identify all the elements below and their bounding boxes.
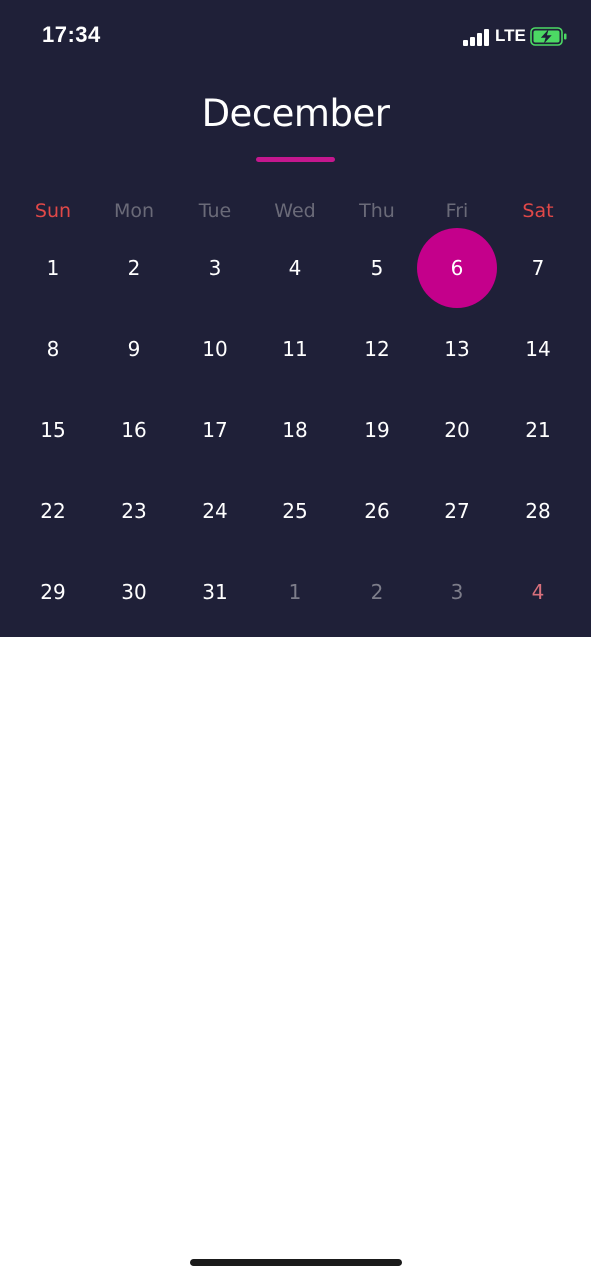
day-cell[interactable]: 23 bbox=[94, 471, 174, 551]
weekday-sat: Sat bbox=[522, 200, 554, 222]
day-cell[interactable]: 8 bbox=[13, 309, 93, 389]
day-cell-next-month[interactable]: 1 bbox=[255, 552, 335, 632]
day-cell[interactable]: 25 bbox=[255, 471, 335, 551]
calendar-panel: 17:34 LTE December Sun Mon Tue Wed Thu F… bbox=[0, 0, 591, 637]
screen: 17:34 LTE December Sun Mon Tue Wed Thu F… bbox=[0, 0, 591, 1280]
day-cell[interactable]: 3 bbox=[175, 228, 255, 308]
day-cell[interactable]: 20 bbox=[417, 390, 497, 470]
network-label: LTE bbox=[495, 26, 526, 45]
day-cell[interactable]: 9 bbox=[94, 309, 174, 389]
day-cell[interactable]: 22 bbox=[13, 471, 93, 551]
day-cell-next-month[interactable]: 2 bbox=[337, 552, 417, 632]
day-cell[interactable]: 12 bbox=[337, 309, 417, 389]
weekday-fri: Fri bbox=[445, 200, 469, 222]
day-cell[interactable]: 31 bbox=[175, 552, 255, 632]
day-cell[interactable]: 15 bbox=[13, 390, 93, 470]
status-time: 17:34 bbox=[42, 22, 101, 47]
weekday-mon: Mon bbox=[113, 200, 155, 222]
signal-icon bbox=[463, 28, 491, 46]
day-cell[interactable]: 5 bbox=[337, 228, 417, 308]
weekday-tue: Tue bbox=[198, 200, 232, 222]
day-cell[interactable]: 26 bbox=[337, 471, 417, 551]
day-cell-selected[interactable]: 6 bbox=[417, 228, 497, 308]
day-cell[interactable]: 10 bbox=[175, 309, 255, 389]
month-underline bbox=[256, 157, 335, 162]
day-cell[interactable]: 17 bbox=[175, 390, 255, 470]
day-cell[interactable]: 19 bbox=[337, 390, 417, 470]
day-cell[interactable]: 24 bbox=[175, 471, 255, 551]
day-cell[interactable]: 7 bbox=[498, 228, 578, 308]
day-cell[interactable]: 16 bbox=[94, 390, 174, 470]
weekday-wed: Wed bbox=[274, 200, 316, 222]
month-title: December bbox=[201, 92, 390, 135]
day-cell-next-month[interactable]: 4 bbox=[498, 552, 578, 632]
day-cell[interactable]: 18 bbox=[255, 390, 335, 470]
day-cell-next-month[interactable]: 3 bbox=[417, 552, 497, 632]
day-cell[interactable]: 11 bbox=[255, 309, 335, 389]
weekday-thu: Thu bbox=[359, 200, 395, 222]
day-cell[interactable]: 2 bbox=[94, 228, 174, 308]
home-indicator[interactable] bbox=[190, 1259, 402, 1266]
status-bar: 17:34 LTE bbox=[0, 0, 591, 72]
day-cell[interactable]: 28 bbox=[498, 471, 578, 551]
day-cell[interactable]: 4 bbox=[255, 228, 335, 308]
day-cell[interactable]: 13 bbox=[417, 309, 497, 389]
day-cell[interactable]: 29 bbox=[13, 552, 93, 632]
day-cell[interactable]: 30 bbox=[94, 552, 174, 632]
day-cell[interactable]: 21 bbox=[498, 390, 578, 470]
battery-charging-icon bbox=[530, 27, 567, 46]
day-cell[interactable]: 1 bbox=[13, 228, 93, 308]
weekday-sun: Sun bbox=[34, 200, 72, 222]
day-cell[interactable]: 14 bbox=[498, 309, 578, 389]
day-cell[interactable]: 27 bbox=[417, 471, 497, 551]
